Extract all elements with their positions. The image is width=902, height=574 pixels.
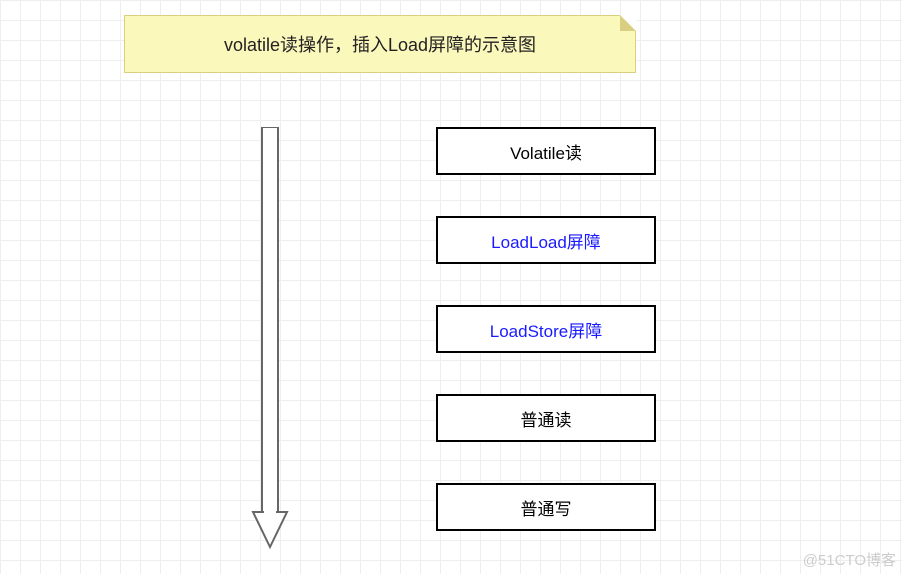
node-volatile-read: Volatile读 — [436, 127, 656, 175]
node-label: 普通写 — [521, 495, 572, 520]
node-loadload-barrier: LoadLoad屏障 — [436, 216, 656, 264]
diagram-title-text: volatile读操作，插入Load屏障的示意图 — [224, 31, 536, 57]
folded-corner-icon — [620, 15, 636, 31]
watermark-text: @51CTO博客 — [803, 549, 896, 570]
flow-arrow-icon — [245, 127, 295, 551]
node-label: LoadStore屏障 — [490, 317, 602, 342]
node-normal-read: 普通读 — [436, 394, 656, 442]
node-label: 普通读 — [521, 406, 572, 431]
diagram-title-box: volatile读操作，插入Load屏障的示意图 — [124, 15, 636, 73]
node-normal-write: 普通写 — [436, 483, 656, 531]
node-label: Volatile读 — [510, 139, 582, 164]
node-label: LoadLoad屏障 — [491, 228, 601, 253]
node-loadstore-barrier: LoadStore屏障 — [436, 305, 656, 353]
